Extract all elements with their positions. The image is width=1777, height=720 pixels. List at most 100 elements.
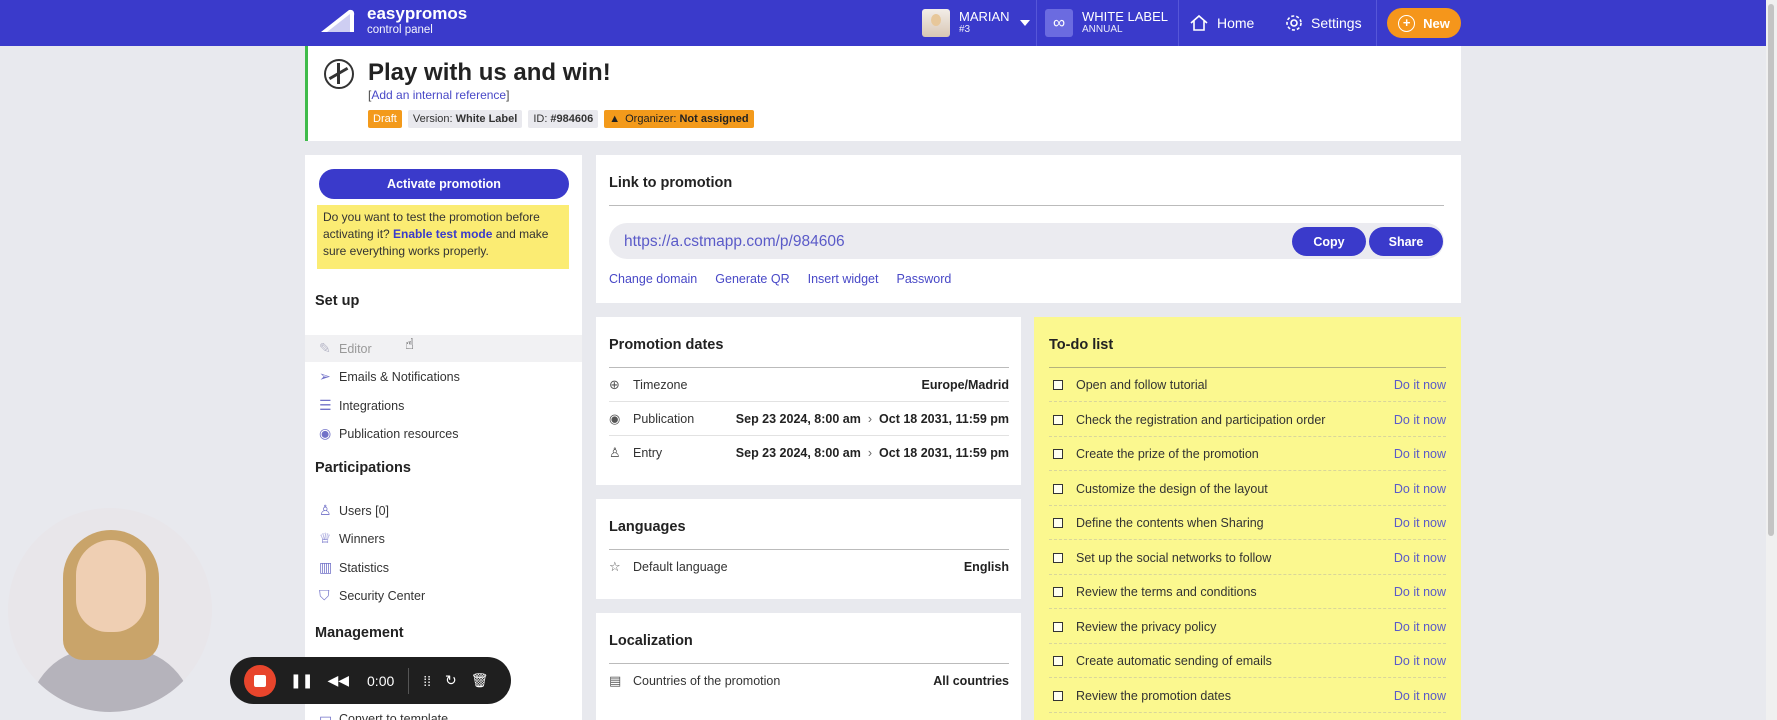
change-domain-link[interactable]: Change domain <box>609 272 697 286</box>
todo-item: Create the prize of the promotion Do it n… <box>1049 437 1446 471</box>
do-it-now-link[interactable]: Do it now <box>1394 654 1446 668</box>
timezone-row: ⊕ Timezone Europe/Madrid <box>609 368 1009 402</box>
todo-item: Review the privacy policy Do it now <box>1049 610 1446 644</box>
version-label: Version: <box>412 113 453 125</box>
rewind-icon[interactable]: ◀◀ <box>327 672 349 689</box>
do-it-now-link[interactable]: Do it now <box>1394 620 1446 634</box>
checkbox[interactable] <box>1053 690 1063 701</box>
entry-start: Sep 23 2024, 8:00 am <box>735 446 861 460</box>
checkbox[interactable] <box>1053 448 1063 459</box>
checkbox[interactable] <box>1053 552 1063 563</box>
id-label: ID: <box>533 113 548 125</box>
sidebar-item-convert-template[interactable]: ▭ Convert to template <box>305 705 582 720</box>
settings-link[interactable]: Settings <box>1285 0 1362 46</box>
do-it-now-link[interactable]: Do it now <box>1394 447 1446 461</box>
do-it-now-link[interactable]: Do it now <box>1394 378 1446 392</box>
organizer-badge[interactable]: ▲ Organizer: Not assigned <box>604 110 754 128</box>
add-reference-link[interactable]: Add an internal reference <box>371 88 506 102</box>
brand-subtitle: control panel <box>367 24 433 36</box>
promotion-url[interactable]: https://a.cstmapp.com/p/984606 <box>624 233 845 251</box>
entry-row: ♙ Entry Sep 23 2024, 8:00 am › Oct 18 20… <box>609 436 1009 470</box>
checkbox[interactable] <box>1053 655 1063 666</box>
pause-icon[interactable]: ❚❚ <box>290 672 313 689</box>
do-it-now-link[interactable]: Do it now <box>1394 689 1446 703</box>
sidebar-item-security-center[interactable]: ⛉ Security Center <box>305 582 582 609</box>
todo-item-label: Open and follow tutorial <box>1076 377 1208 392</box>
sidebar-item-emails[interactable]: ➢ Emails & Notifications <box>305 363 582 390</box>
pencil-icon: ✎ <box>319 340 331 356</box>
map-icon: ▤ <box>609 673 622 688</box>
grid-icon[interactable]: ⁞⁞ <box>423 673 431 689</box>
todo-title: To-do list <box>1049 337 1114 353</box>
sidebar-item-statistics[interactable]: ▥ Statistics <box>305 554 582 581</box>
insert-widget-link[interactable]: Insert widget <box>808 272 879 286</box>
internal-reference: [Add an internal reference] <box>368 88 510 102</box>
checkbox[interactable] <box>1053 621 1063 632</box>
do-it-now-link[interactable]: Do it now <box>1394 585 1446 599</box>
new-button[interactable]: + New <box>1387 8 1461 38</box>
todo-card: To-do list Open and follow tutorial Do it… <box>1034 317 1461 720</box>
organizer-value: Not assigned <box>679 113 749 125</box>
entry-label: Entry <box>633 446 663 460</box>
webcam-person <box>76 540 146 632</box>
sidebar-item-winners[interactable]: ♕ Winners <box>305 525 582 552</box>
checkbox[interactable] <box>1053 586 1063 597</box>
brand[interactable]: easypromos control panel <box>319 5 467 37</box>
sidebar-item-editor[interactable]: ✎ Editor <box>305 335 582 362</box>
home-link[interactable]: Home <box>1189 0 1254 46</box>
share-button[interactable]: Share <box>1369 227 1443 256</box>
trash-icon[interactable]: 🗑 <box>471 672 489 689</box>
copy-button[interactable]: Copy <box>1292 227 1366 256</box>
do-it-now-link[interactable]: Do it now <box>1394 482 1446 496</box>
checkbox[interactable] <box>1053 379 1063 390</box>
generate-qr-link[interactable]: Generate QR <box>715 272 789 286</box>
scrollbar-thumb[interactable] <box>1768 4 1774 536</box>
trophy-icon: ♕ <box>319 530 332 546</box>
sidebar-item-integrations[interactable]: ☰ Integrations <box>305 392 582 419</box>
do-it-now-link[interactable]: Do it now <box>1394 551 1446 565</box>
default-language-label: Default language <box>633 560 728 574</box>
timezone-label: Timezone <box>633 377 688 392</box>
warning-icon: ▲ <box>609 113 621 125</box>
chevron-right-icon: › <box>867 446 873 460</box>
divider <box>1178 0 1179 46</box>
link-card: Link to promotion https://a.cstmapp.com/… <box>596 155 1461 303</box>
version-badge: Version: White Label <box>407 110 523 128</box>
recording-controls: ❚❚ ◀◀ 0:00 ⁞⁞ ↻ 🗑 <box>230 657 511 704</box>
do-it-now-link[interactable]: Do it now <box>1394 516 1446 530</box>
version-value: White Label <box>455 113 518 125</box>
stop-recording-button[interactable] <box>244 664 276 697</box>
plus-icon: + <box>1398 14 1416 32</box>
user-menu[interactable]: MARIAN #3 <box>922 0 1030 46</box>
restart-icon[interactable]: ↻ <box>445 672 457 689</box>
link-actions: Change domain Generate QR Insert widget … <box>609 272 951 286</box>
home-icon <box>1190 14 1208 31</box>
checkbox[interactable] <box>1053 483 1063 494</box>
sidebar-item-publication-resources[interactable]: ◉ Publication resources <box>305 420 582 447</box>
default-language-value: English <box>963 560 1009 574</box>
password-link[interactable]: Password <box>896 272 951 286</box>
sidebar-item-label: Publication resources <box>339 426 459 441</box>
section-participations: Participations <box>315 460 411 476</box>
new-label: New <box>1423 15 1450 31</box>
sidebar: Activate promotion Do you want to test t… <box>305 155 582 720</box>
entry-dates: Sep 23 2024, 8:00 am › Oct 18 2031, 11:5… <box>736 446 1009 460</box>
activate-promotion-button[interactable]: Activate promotion <box>319 169 569 199</box>
scrollbar[interactable] <box>1766 0 1777 720</box>
sidebar-item-label: Winners <box>339 531 385 546</box>
promotion-url-field[interactable]: https://a.cstmapp.com/p/984606 Copy Shar… <box>609 223 1444 259</box>
chevron-down-icon <box>1019 20 1030 26</box>
todo-item-label: Review the promotion dates <box>1076 688 1231 703</box>
checkbox[interactable] <box>1053 414 1063 425</box>
sidebar-item-label: Statistics <box>339 560 390 575</box>
eye-icon: ◉ <box>609 410 621 426</box>
countries-row: ▤ Countries of the promotion All countri… <box>609 664 1009 698</box>
plan-badge[interactable]: ∞ WHITE LABEL ANNUAL <box>1045 0 1168 46</box>
checkbox[interactable] <box>1053 517 1063 528</box>
sidebar-item-users[interactable]: ♙ Users [0] <box>305 497 582 524</box>
divider <box>609 205 1444 206</box>
do-it-now-link[interactable]: Do it now <box>1394 413 1446 427</box>
todo-item-label: Set up the social networks to follow <box>1076 550 1272 565</box>
enable-test-mode-link[interactable]: Enable test mode <box>393 227 492 241</box>
publication-start: Sep 23 2024, 8:00 am <box>735 411 861 426</box>
